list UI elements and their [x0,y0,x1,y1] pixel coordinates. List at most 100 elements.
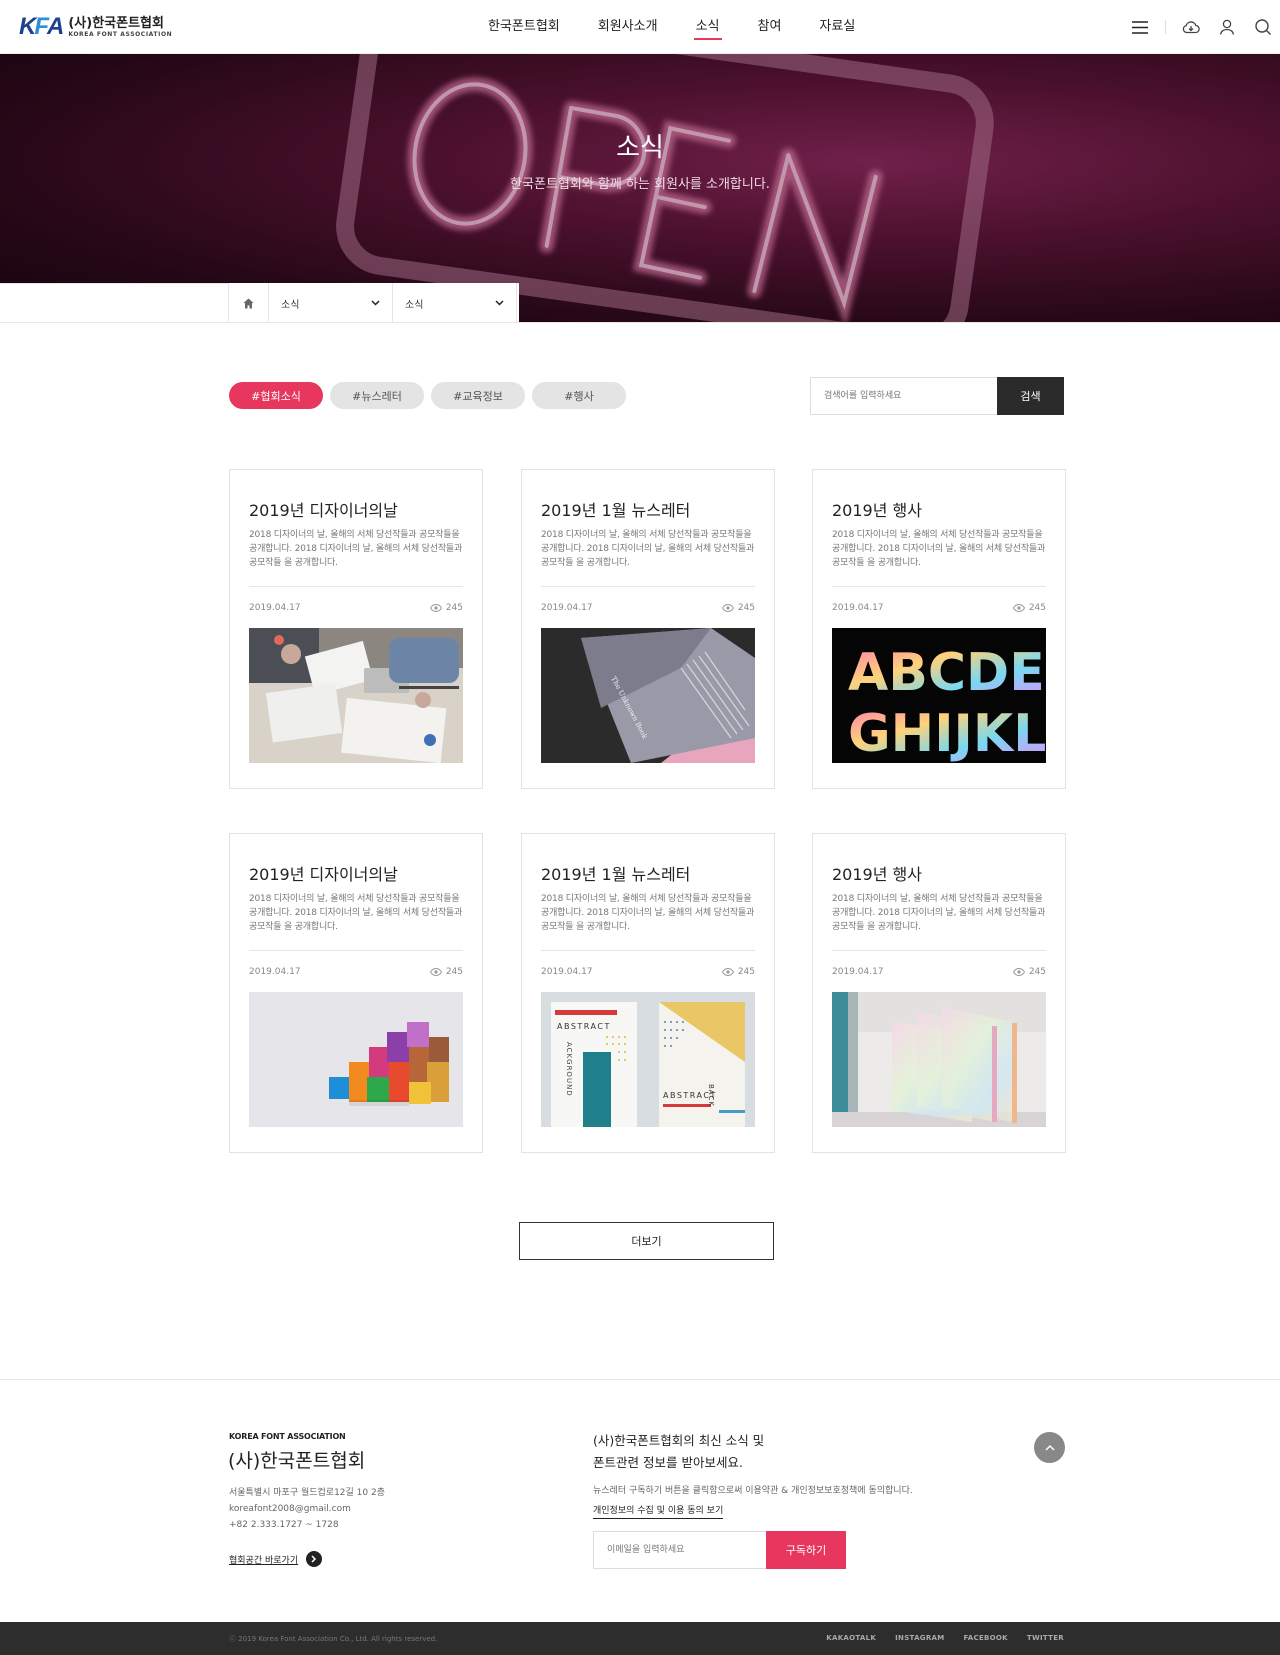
section-divider [0,322,1280,323]
footer-org-english: KOREA FONT ASSOCIATION [229,1432,346,1441]
svg-text:BACK: BACK [707,1084,715,1107]
card-title: 2019년 디자이너의날 [249,501,398,520]
card-date: 2019.04.17 [249,603,301,613]
card-date: 2019.04.17 [832,967,884,977]
newsletter-heading: (사)한국폰트협회의 최신 소식 및 폰트관련 정보를 받아보세요. [593,1430,764,1474]
card-description: 2018 디자이너의 날, 올해의 서체 당선작들과 공모작들을 공개합니다. … [249,530,463,568]
abstract-posters: ABSTRACT ACKGROUND ABSTRACT BACK [541,992,755,1127]
footer-phone: +82 2.333.1727 ~ 1728 [229,1520,339,1530]
sns-twitter-link[interactable]: TWITTER [1027,1634,1064,1642]
arrow-right-icon [306,1551,323,1567]
subscribe-button[interactable]: 구독하기 [766,1531,846,1569]
news-card[interactable]: 2019년 행사 2018 디자이너의 날, 올해의 서체 당선작들과 공모작들… [812,469,1066,789]
tag-education[interactable]: #교육정보 [431,382,525,409]
breadcrumb: 소식 소식 [228,283,517,323]
book-photo: The Unknown Book [541,628,755,763]
tag-association-news[interactable]: #협회소식 [229,382,323,409]
newsletter-notice: 뉴스레터 구독하기 버튼을 클릭함으로써 이용약관 & 개인정보보호정책에 동의… [593,1486,913,1496]
site-header: KFA (사)한국폰트협회 KOREA FONT ASSOCIATION 한국폰… [0,0,1280,54]
card-title: 2019년 1월 뉴스레터 [541,501,691,520]
card-views: 245 [429,967,463,977]
svg-text:ABSTRACT: ABSTRACT [557,1022,611,1031]
newsletter-form: 구독하기 [593,1531,846,1569]
card-views: 245 [1012,603,1046,613]
news-card[interactable]: 2019년 1월 뉴스레터 2018 디자이너의 날, 올해의 서체 당선작들과… [521,833,775,1153]
eye-icon [1012,968,1025,976]
user-icon[interactable] [1216,16,1238,38]
card-date: 2019.04.17 [832,603,884,613]
card-view-count: 245 [445,967,463,977]
nav-item-members[interactable]: 회원사소개 [598,0,658,54]
utility-divider [1165,20,1166,34]
breadcrumb-level2-label: 소식 [405,299,424,311]
search-input[interactable] [810,377,997,415]
hero-subtitle: 한국폰트협회와 함께 하는 회원사를 소개합니다. [510,177,770,192]
breadcrumb-select-level2[interactable]: 소식 [393,283,517,323]
card-view-count: 245 [737,603,755,613]
news-card[interactable]: 2019년 행사 2018 디자이너의 날, 올해의 서체 당선작들과 공모작들… [812,833,1066,1153]
nav-item-association[interactable]: 한국폰트협회 [488,0,560,54]
card-title: 2019년 행사 [832,501,922,520]
sns-kakaotalk-link[interactable]: KAKAOTALK [826,1634,876,1642]
chevron-up-icon [1044,1444,1055,1451]
privacy-agreement-link[interactable]: 개인정보의 수집 및 이용 동의 보기 [593,1503,724,1519]
email-field[interactable] [593,1531,766,1569]
card-title: 2019년 1월 뉴스레터 [541,865,691,884]
eye-icon [1012,604,1025,612]
news-card[interactable]: 2019년 디자이너의날 2018 디자이너의 날, 올해의 서체 당선작들과 … [229,833,483,1153]
hero-title: 소식 [616,133,664,163]
search-icon[interactable] [1252,16,1274,38]
eye-icon [721,968,734,976]
card-description: 2018 디자이너의 날, 올해의 서체 당선작들과 공모작들을 공개합니다. … [832,894,1046,932]
association-space-label: 협회공간 바로가기 [229,1555,299,1566]
card-divider [832,950,1046,951]
logo-mark: KFA [19,13,64,40]
card-divider [541,950,755,951]
nav-item-news[interactable]: 소식 [693,0,722,54]
sns-facebook-link[interactable]: FACEBOOK [964,1634,1008,1642]
news-card[interactable]: 2019년 1월 뉴스레터 2018 디자이너의 날, 올해의 서체 당선작들과… [521,469,775,789]
tag-events[interactable]: #행사 [532,382,626,409]
search-box: 검색 [810,377,1064,415]
card-description: 2018 디자이너의 날, 올해의 서체 당선작들과 공모작들을 공개합니다. … [249,894,463,932]
breadcrumb-select-level1[interactable]: 소식 [269,283,393,323]
newsletter-heading-line2: 폰트관련 정보를 받아보세요. [593,1455,743,1470]
card-title: 2019년 행사 [832,865,922,884]
search-button[interactable]: 검색 [997,377,1064,415]
chevron-down-icon [495,300,504,306]
card-description: 2018 디자이너의 날, 올해의 서체 당선작들과 공모작들을 공개합니다. … [541,530,755,568]
card-divider [541,586,755,587]
association-space-link[interactable]: 협회공간 바로가기 [229,1551,323,1567]
card-divider [249,586,463,587]
card-view-count: 245 [1028,603,1046,613]
card-date: 2019.04.17 [541,967,593,977]
card-description: 2018 디자이너의 날, 올해의 서체 당선작들과 공모작들을 공개합니다. … [541,894,755,932]
site-logo[interactable]: KFA (사)한국폰트협회 KOREA FONT ASSOCIATION [19,13,172,41]
sns-instagram-link[interactable]: INSTAGRAM [895,1634,944,1642]
svg-text:ABCDE: ABCDE [848,643,1045,703]
chevron-down-icon [371,300,380,306]
home-icon[interactable] [229,283,269,323]
newsletter-heading-line1: (사)한국폰트협회의 최신 소식 및 [593,1433,765,1448]
news-card[interactable]: 2019년 디자이너의날 2018 디자이너의 날, 올해의 서체 당선작들과 … [229,469,483,789]
card-view-count: 245 [1028,967,1046,977]
tag-newsletter[interactable]: #뉴스레터 [330,382,424,409]
card-divider [832,586,1046,587]
card-date: 2019.04.17 [249,967,301,977]
footer-email: koreafont2008@gmail.com [229,1504,351,1514]
download-icon[interactable] [1180,16,1202,38]
menu-icon[interactable] [1129,16,1151,38]
eye-icon [429,968,442,976]
eye-icon [721,604,734,612]
nav-item-participate[interactable]: 참여 [758,0,782,54]
breadcrumb-level1-label: 소식 [281,299,300,311]
eye-icon [429,604,442,612]
load-more-button[interactable]: 더보기 [519,1222,774,1260]
blocks-photo [249,992,463,1127]
scroll-top-button[interactable] [1034,1432,1065,1463]
header-utilities [1115,16,1274,38]
card-views: 245 [721,967,755,977]
footer-divider [0,1379,1280,1380]
nav-item-archive[interactable]: 자료실 [819,0,855,54]
card-description: 2018 디자이너의 날, 올해의 서체 당선작들과 공모작들을 공개합니다. … [832,530,1046,568]
